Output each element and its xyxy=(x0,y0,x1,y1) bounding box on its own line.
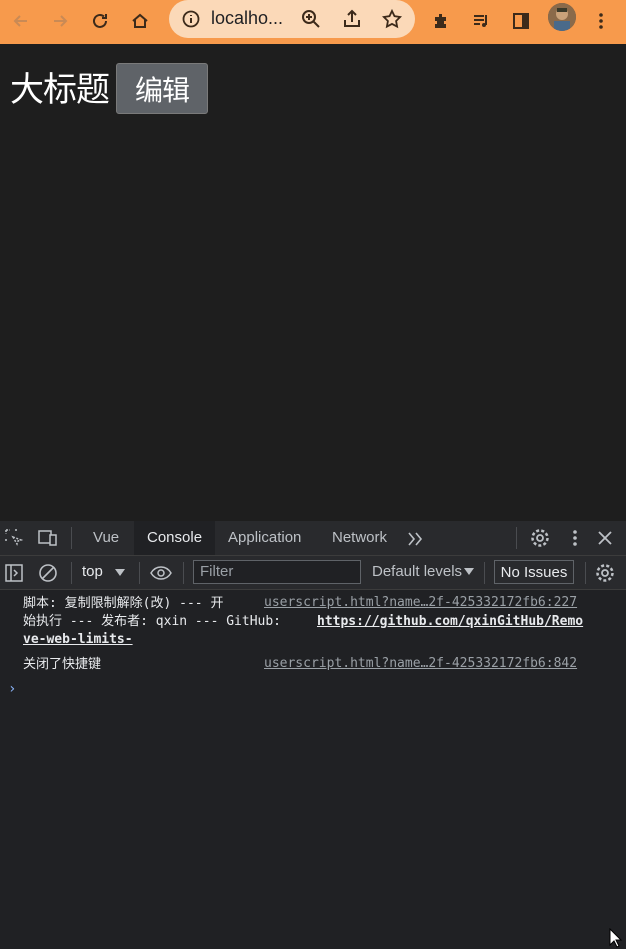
more-tabs-icon[interactable] xyxy=(405,528,427,550)
console-toolbar: top Filter Default levels No Issues xyxy=(0,556,626,590)
page-content: 大标题 编辑 xyxy=(0,44,626,521)
reload-icon[interactable] xyxy=(83,4,117,38)
tab-console[interactable]: Console xyxy=(134,521,216,555)
star-icon[interactable] xyxy=(381,8,403,30)
toolbar-separator xyxy=(71,562,72,584)
toolbar-separator xyxy=(183,562,184,584)
media-icon[interactable] xyxy=(464,4,498,38)
devtools-panel: Vue Console Application Network top Filt… xyxy=(0,521,626,949)
filter-input[interactable]: Filter xyxy=(193,560,361,584)
avatar[interactable] xyxy=(548,3,576,31)
mouse-cursor-icon xyxy=(609,928,623,948)
tab-network[interactable]: Network xyxy=(332,521,387,555)
toolbar-separator xyxy=(585,562,586,584)
sidepanel-icon[interactable] xyxy=(504,4,538,38)
inspect-icon[interactable] xyxy=(3,527,25,549)
github-link[interactable]: ve-web-limits- xyxy=(23,631,133,649)
extensions-icon[interactable] xyxy=(424,4,458,38)
sidebar-toggle-icon[interactable] xyxy=(3,562,25,584)
message-text: 脚本: 复制限制解除(改) --- 开 xyxy=(23,596,224,611)
console-prompt[interactable]: › xyxy=(8,681,16,697)
customize-menu-icon[interactable] xyxy=(564,527,586,549)
devtools-tabbar: Vue Console Application Network xyxy=(0,521,626,556)
chevron-down-icon[interactable] xyxy=(115,569,125,576)
tab-separator xyxy=(71,527,72,549)
info-icon[interactable] xyxy=(181,9,201,29)
page-heading: 大标题 xyxy=(10,70,110,110)
tab-application[interactable]: Application xyxy=(228,521,301,555)
toolbar-separator xyxy=(484,562,485,584)
toolbar-separator xyxy=(139,562,140,584)
tab-separator xyxy=(516,527,517,549)
forward-icon[interactable] xyxy=(43,4,77,38)
home-icon[interactable] xyxy=(123,4,157,38)
message-text: 始执行 --- 发布者: qxin --- GitHub: xyxy=(23,614,289,629)
zoom-icon[interactable] xyxy=(300,8,322,30)
eye-icon[interactable] xyxy=(150,562,172,584)
device-toggle-icon[interactable] xyxy=(37,527,59,549)
chevron-down-icon[interactable] xyxy=(464,568,474,575)
url-text[interactable]: localho... xyxy=(211,8,283,29)
clear-console-icon[interactable] xyxy=(37,562,59,584)
context-selector[interactable]: top xyxy=(82,563,103,580)
close-icon[interactable] xyxy=(594,527,616,549)
github-link[interactable]: https://github.com/qxinGitHub/Remo xyxy=(317,613,583,631)
browser-toolbar: localho... xyxy=(0,0,626,44)
back-icon[interactable] xyxy=(4,4,38,38)
address-bar[interactable]: localho... xyxy=(169,0,415,38)
edit-button[interactable]: 编辑 xyxy=(116,63,208,114)
log-levels-dropdown[interactable]: Default levels xyxy=(372,563,462,580)
share-icon[interactable] xyxy=(341,8,363,30)
menu-icon[interactable] xyxy=(584,4,618,38)
tab-vue[interactable]: Vue xyxy=(93,521,119,555)
settings-gear-icon[interactable] xyxy=(529,527,551,549)
message-text: 关闭了快捷键 xyxy=(23,657,102,672)
issues-button[interactable]: No Issues xyxy=(494,560,574,584)
source-link[interactable]: userscript.html?name…2f-425332172fb6:227 xyxy=(264,595,577,610)
console-settings-icon[interactable] xyxy=(594,562,616,584)
source-link[interactable]: userscript.html?name…2f-425332172fb6:842 xyxy=(264,656,577,671)
